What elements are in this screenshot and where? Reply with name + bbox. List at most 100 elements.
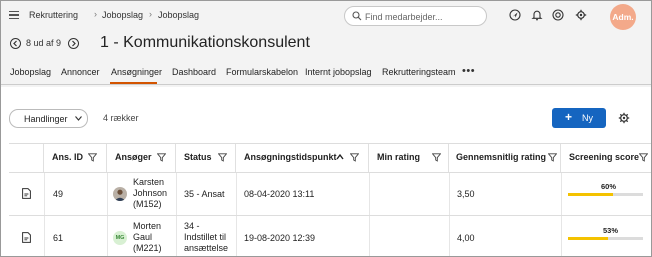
filter-icon[interactable] xyxy=(350,153,359,162)
tab-annoncer[interactable]: Annoncer xyxy=(61,67,100,77)
filter-icon[interactable] xyxy=(432,153,441,162)
tab-rekrutteringsteam[interactable]: Rekrutteringsteam xyxy=(382,67,456,77)
screening-score-bar xyxy=(568,193,643,196)
bell-icon[interactable] xyxy=(531,9,543,21)
applicant-photo xyxy=(113,187,127,201)
applicant-initials-avatar: MG xyxy=(113,231,127,245)
status-text: 35 - Ansat xyxy=(184,189,225,199)
column-divider xyxy=(44,216,45,256)
user-avatar[interactable]: Adm. xyxy=(610,4,636,30)
tab-ansogninger[interactable]: Ansøgninger xyxy=(111,67,162,77)
screening-score-fill xyxy=(568,193,613,196)
applicant-code: (M221) xyxy=(133,243,162,253)
table-settings-gear-icon[interactable] xyxy=(618,112,630,124)
screening-score-label: 53% xyxy=(603,226,619,235)
top-bar: Rekruttering › Jobopslag › Jobopslag Adm… xyxy=(1,1,651,31)
page-title: 1 - Kommunikationskonsulent xyxy=(100,34,310,51)
new-button-label: Ny xyxy=(582,113,593,123)
column-divider xyxy=(236,216,237,256)
plus-icon: + xyxy=(565,110,573,124)
average-rating: 4,00 xyxy=(457,233,475,243)
column-header-average-rating[interactable]: Gennemsnitlig rating xyxy=(449,144,561,172)
column-divider xyxy=(236,173,237,216)
settings-icon[interactable] xyxy=(575,9,587,21)
column-divider xyxy=(369,173,370,216)
column-header-ans-id[interactable]: Ans. ID xyxy=(44,144,107,172)
status-text-line: Indstillet til xyxy=(184,232,227,242)
column-header-my-rating[interactable]: Min rating xyxy=(369,144,449,172)
filter-icon[interactable] xyxy=(548,153,557,162)
actions-dropdown[interactable]: Handlinger xyxy=(9,109,88,128)
row-count: 4 rækker xyxy=(103,113,139,123)
new-button[interactable]: + Ny xyxy=(552,108,606,128)
app-window: Rekruttering › Jobopslag › Jobopslag Adm… xyxy=(0,0,652,257)
applicant-last-name[interactable]: Gaul xyxy=(133,232,152,242)
application-id: 61 xyxy=(53,233,64,243)
column-divider xyxy=(369,216,370,256)
tab-bar: Jobopslag Annoncer Ansøgninger Dashboard… xyxy=(1,61,651,85)
chevron-down-icon xyxy=(75,116,82,121)
column-divider xyxy=(561,216,562,256)
next-record-button[interactable] xyxy=(68,38,79,49)
chevron-right-icon xyxy=(72,40,76,47)
sort-ascending-icon[interactable] xyxy=(336,153,344,161)
search-icon xyxy=(352,11,362,21)
column-divider xyxy=(107,216,108,256)
column-divider xyxy=(449,216,450,256)
applicant-first-name[interactable]: Karsten xyxy=(133,177,164,187)
column-divider xyxy=(449,173,450,216)
pager-text: 8 ud af 9 xyxy=(26,38,62,48)
applicant-code: (M152) xyxy=(133,199,162,209)
column-divider xyxy=(44,173,45,216)
hamburger-menu-icon[interactable] xyxy=(9,11,19,20)
column-header-icon xyxy=(9,144,44,172)
column-divider xyxy=(176,173,177,216)
applicant-first-name[interactable]: Morten xyxy=(133,221,161,231)
column-header-applied-at[interactable]: Ansøgningstidspunkt xyxy=(236,144,369,172)
breadcrumb-item-recruitment[interactable]: Rekruttering xyxy=(29,10,78,20)
active-tab-indicator xyxy=(110,82,157,84)
tab-jobopslag[interactable]: Jobopslag xyxy=(10,67,51,77)
column-header-applicant[interactable]: Ansøger xyxy=(107,144,176,172)
tab-dashboard[interactable]: Dashboard xyxy=(172,67,216,77)
applicant-last-name[interactable]: Johnson xyxy=(133,188,167,198)
applied-at: 19-08-2020 12:39 xyxy=(244,233,316,243)
document-icon[interactable] xyxy=(22,232,31,243)
column-header-status[interactable]: Status xyxy=(176,144,236,172)
chevron-left-icon xyxy=(13,40,17,47)
help-lifebuoy-icon[interactable] xyxy=(552,9,564,21)
applications-table: Ans. ID Ansøger Status Ansøgningstidspun… xyxy=(9,143,651,256)
column-divider xyxy=(561,173,562,216)
document-icon[interactable] xyxy=(22,188,31,199)
more-tabs-icon[interactable]: ••• xyxy=(462,65,475,77)
filter-icon[interactable] xyxy=(88,153,97,162)
filter-icon[interactable] xyxy=(639,153,648,162)
breadcrumb-item-current: Jobopslag xyxy=(158,10,200,20)
column-divider xyxy=(176,216,177,256)
search-box[interactable] xyxy=(344,6,487,26)
column-divider xyxy=(107,173,108,216)
main-content: Handlinger 4 rækker + Ny Ans. ID Ansøger… xyxy=(1,87,651,256)
breadcrumb-separator-icon: › xyxy=(94,9,97,19)
search-input[interactable] xyxy=(365,10,483,23)
screening-score-label: 60% xyxy=(601,182,617,191)
tab-internt-jobopslag[interactable]: Internt jobopslag xyxy=(305,67,372,77)
screening-score-bar xyxy=(568,237,643,240)
tab-formularskabelon[interactable]: Formularskabelon xyxy=(226,67,298,77)
previous-record-button[interactable] xyxy=(10,38,21,49)
screening-score-fill xyxy=(568,237,608,240)
table-row[interactable]: 61 MG Morten Gaul (M221) 34 - Indstillet… xyxy=(9,215,651,256)
status-text-line: ansættelse xyxy=(184,243,229,253)
applied-at: 08-04-2020 13:11 xyxy=(244,189,315,199)
average-rating: 3,50 xyxy=(457,189,475,199)
filter-icon[interactable] xyxy=(218,153,227,162)
status-text-line: 34 - xyxy=(184,221,200,231)
breadcrumb-item-jobs[interactable]: Jobopslag xyxy=(102,10,143,20)
breadcrumb-separator-icon: › xyxy=(149,9,152,19)
column-header-screening-score[interactable]: Screening score xyxy=(561,144,651,172)
navigation-icon[interactable] xyxy=(509,9,521,21)
table-row[interactable]: 49 Karsten Johnson (M152) 35 - Ansat 08-… xyxy=(9,172,651,216)
filter-icon[interactable] xyxy=(157,153,166,162)
application-id: 49 xyxy=(53,189,64,199)
actions-dropdown-label: Handlinger xyxy=(24,114,68,124)
